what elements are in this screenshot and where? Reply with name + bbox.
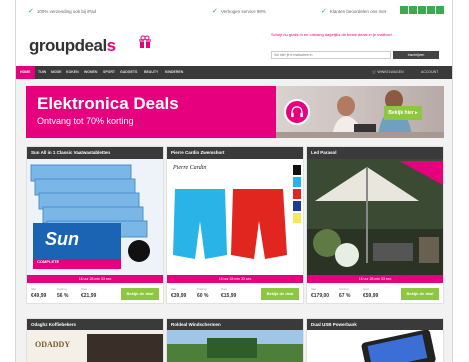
product-brand-text: ODADDY bbox=[35, 340, 71, 349]
deal-card[interactable]: Pierre Cardin Zwemshort Pierre Cardin 18… bbox=[166, 146, 304, 304]
original-price: €179,00 bbox=[311, 293, 330, 299]
check-icon: ✓ bbox=[212, 8, 218, 15]
view-deal-button[interactable]: Bekijk de deal bbox=[261, 288, 299, 300]
cart-link[interactable]: 🛒 WINKELWAGEN bbox=[372, 66, 404, 79]
nav-item-koken[interactable]: KOKEN bbox=[66, 66, 79, 79]
original-price: €49,99 bbox=[31, 293, 47, 299]
discount-value: 56 % bbox=[57, 293, 69, 299]
star-rating-icon[interactable] bbox=[400, 6, 444, 14]
deal-timer: 18 uur 28 min 33 sec bbox=[27, 275, 163, 283]
deal-timer: 18 uur 28 min 33 sec bbox=[307, 275, 443, 283]
view-deal-button[interactable]: Bekijk de deal bbox=[121, 288, 159, 300]
cart-icon: 🛒 bbox=[372, 70, 377, 74]
groupdeals-logo[interactable]: groupdeals bbox=[29, 36, 116, 56]
view-deal-button[interactable]: Bekijk de deal bbox=[401, 288, 439, 300]
nav-item-home[interactable]: HOME bbox=[16, 66, 35, 79]
deal-price: €59,99 bbox=[363, 293, 379, 299]
discount-value: 67 % bbox=[339, 293, 351, 299]
usp-bar: ✓ 100% verzending ook bij iPad ✓ Verhoge… bbox=[16, 0, 452, 22]
nav-item-wonen[interactable]: WONEN bbox=[84, 66, 97, 79]
deal-price: €21,99 bbox=[81, 293, 97, 299]
deal-image[interactable]: Sun COMPLETE bbox=[27, 159, 163, 275]
deal-card[interactable]: Dual USB Powerbank bbox=[306, 318, 444, 362]
signup-button[interactable]: Inschrijven bbox=[393, 51, 439, 59]
deal-price-row: Van €39,99 Korting 60 % Voor €15,99 Beki… bbox=[167, 285, 303, 303]
deal-price-row: Van €49,99 Korting 56 % Voor €21,99 Beki… bbox=[27, 285, 163, 303]
deal-card[interactable]: Odaghz Koffiebekers ODADDY bbox=[26, 318, 164, 362]
deal-title[interactable]: Led Parasol bbox=[307, 147, 443, 159]
nav-item-mode[interactable]: MODE bbox=[51, 66, 62, 79]
account-link[interactable]: ACCOUNT bbox=[421, 66, 438, 79]
deal-image[interactable]: ODADDY bbox=[27, 330, 163, 362]
category-nav: HOME TUIN MODE KOKEN WONEN SPORT GADGETS… bbox=[16, 66, 452, 79]
newsletter-signup: Schrijf nu gratis in en ontvang dagelijk… bbox=[271, 32, 443, 62]
deal-image[interactable] bbox=[167, 330, 303, 362]
deal-image[interactable] bbox=[307, 330, 443, 362]
deal-card[interactable]: Sun All in 1 Classic Vaatwastabletten Su… bbox=[26, 146, 164, 304]
deal-title[interactable]: Roldeal Windschermen bbox=[167, 319, 303, 330]
check-icon: ✓ bbox=[321, 8, 327, 15]
email-input[interactable] bbox=[271, 51, 391, 59]
product-brand-text: Pierre Cardin bbox=[173, 165, 207, 171]
nav-item-tuin[interactable]: TUIN bbox=[38, 66, 46, 79]
usp-text: Verhogen service 98% bbox=[220, 9, 266, 14]
banner-subtitle: Ontvang tot 70% korting bbox=[37, 116, 134, 126]
signup-text: Schrijf nu gratis in en ontvang dagelijk… bbox=[271, 32, 392, 37]
deal-card[interactable]: Led Parasol 18 uur 28 min 33 sec Van €17… bbox=[306, 146, 444, 304]
nav-item-beauty[interactable]: BEAUTY bbox=[144, 66, 158, 79]
product-brand-text: Sun bbox=[45, 229, 79, 249]
usp-item: ✓ Klanten beoordelen ons met bbox=[321, 8, 386, 15]
site-header: groupdeals Schrijf nu gratis in en ontva… bbox=[16, 22, 452, 66]
usp-text: 100% verzending ook bij iPad bbox=[36, 9, 97, 14]
deal-card[interactable]: Roldeal Windschermen bbox=[166, 318, 304, 362]
deal-price-row: Van €179,00 Korting 67 % Voor €59,99 Bek… bbox=[307, 285, 443, 303]
banner-cta-button[interactable]: Bekijk hier ▸ bbox=[384, 106, 422, 120]
usp-item: ✓ 100% verzending ook bij iPad bbox=[28, 8, 96, 15]
banner-title: Elektronica Deals bbox=[37, 94, 179, 113]
check-icon: ✓ bbox=[28, 8, 34, 15]
product-tag-text: COMPLETE bbox=[37, 259, 60, 264]
promo-banner[interactable]: Elektronica Deals Ontvang tot 70% kortin… bbox=[26, 86, 444, 138]
deal-price: €15,99 bbox=[221, 293, 237, 299]
deal-title[interactable]: Pierre Cardin Zwemshort bbox=[167, 147, 303, 159]
gift-icon bbox=[139, 35, 151, 48]
deal-title[interactable]: Sun All in 1 Classic Vaatwastabletten bbox=[27, 147, 163, 159]
headphones-icon bbox=[284, 99, 310, 125]
nav-item-gadgets[interactable]: GADGETS bbox=[120, 66, 137, 79]
usp-text: Klanten beoordelen ons met bbox=[329, 9, 387, 14]
discount-value: 60 % bbox=[197, 293, 209, 299]
deal-timer: 18 uur 28 min 33 sec bbox=[167, 275, 303, 283]
nav-item-kinderen[interactable]: KINDEREN bbox=[165, 66, 183, 79]
deal-image[interactable]: Pierre Cardin bbox=[167, 159, 303, 275]
nav-item-sport[interactable]: SPORT bbox=[103, 66, 115, 79]
deal-title[interactable]: Dual USB Powerbank bbox=[307, 319, 443, 330]
deal-title[interactable]: Odaghz Koffiebekers bbox=[27, 319, 163, 330]
usp-item: ✓ Verhogen service 98% bbox=[212, 8, 266, 15]
deal-image[interactable] bbox=[307, 159, 443, 275]
browser-page: ✓ 100% verzending ook bij iPad ✓ Verhoge… bbox=[15, 0, 453, 362]
original-price: €39,99 bbox=[171, 293, 187, 299]
